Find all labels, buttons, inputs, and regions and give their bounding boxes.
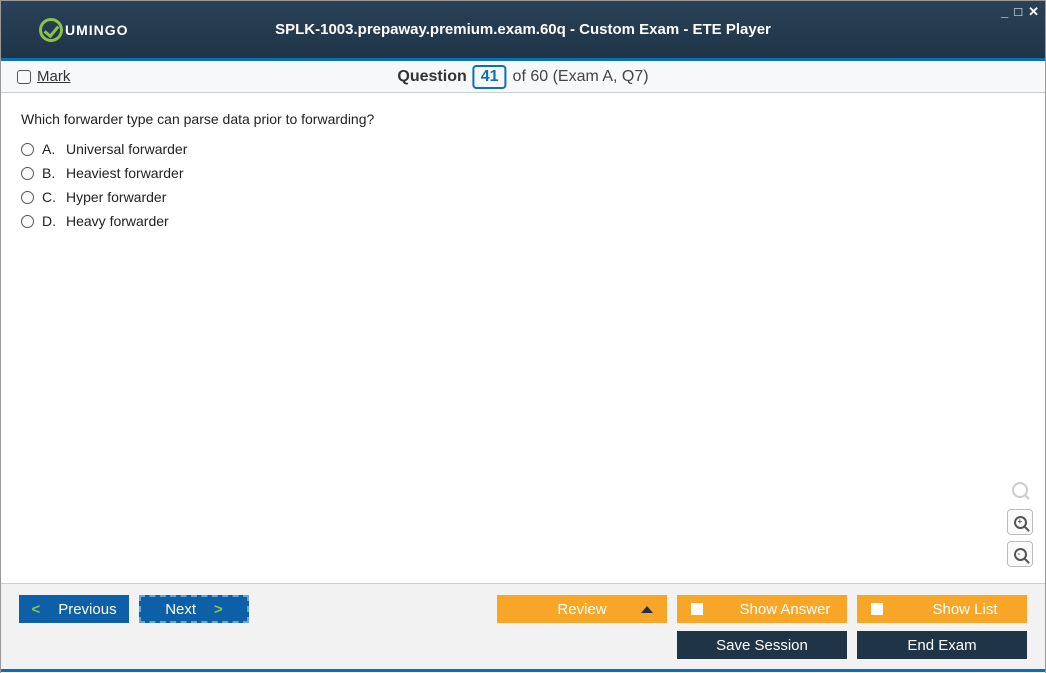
question-number: 41 [473, 65, 507, 89]
next-label: Next [165, 601, 196, 618]
mark-label: Mark [37, 68, 70, 85]
question-indicator: Question 41 of 60 (Exam A, Q7) [397, 65, 648, 89]
zoom-out-icon: - [1014, 548, 1027, 561]
radio-icon [21, 167, 34, 180]
option-letter: A. [42, 141, 58, 157]
content-area: Which forwarder type can parse data prio… [1, 93, 1045, 583]
show-answer-button[interactable]: Show Answer [677, 595, 847, 623]
option-c[interactable]: C. Hyper forwarder [21, 189, 1025, 205]
option-text: Heaviest forwarder [66, 165, 184, 181]
question-of-text: of 60 (Exam A, Q7) [513, 68, 649, 86]
footer: < Previous Next > Review Show Answer Sho… [1, 583, 1045, 673]
previous-label: Previous [58, 601, 116, 618]
footer-border [1, 669, 1045, 672]
save-session-button[interactable]: Save Session [677, 631, 847, 659]
radio-icon [21, 143, 34, 156]
show-list-label: Show List [903, 601, 1027, 618]
square-icon [871, 603, 883, 615]
close-button[interactable]: ✕ [1028, 4, 1039, 20]
minimize-button[interactable]: _ [1001, 4, 1008, 20]
options-list: A. Universal forwarder B. Heaviest forwa… [21, 141, 1025, 229]
show-list-button[interactable]: Show List [857, 595, 1027, 623]
question-word: Question [397, 68, 466, 86]
save-session-label: Save Session [716, 637, 808, 654]
search-icon [1012, 482, 1028, 498]
question-bar: Mark Question 41 of 60 (Exam A, Q7) [1, 61, 1045, 93]
question-text: Which forwarder type can parse data prio… [21, 111, 1025, 127]
radio-icon [21, 191, 34, 204]
triangle-up-icon [641, 606, 653, 613]
zoom-controls: + - [1007, 477, 1033, 567]
option-text: Universal forwarder [66, 141, 187, 157]
chevron-right-icon: > [214, 601, 223, 618]
option-text: Hyper forwarder [66, 189, 166, 205]
next-button[interactable]: Next > [139, 595, 249, 623]
square-icon [691, 603, 703, 615]
option-letter: C. [42, 189, 58, 205]
review-button[interactable]: Review [497, 595, 667, 623]
radio-icon [21, 215, 34, 228]
app-title: SPLK-1003.prepaway.premium.exam.60q - Cu… [275, 21, 771, 38]
maximize-button[interactable]: □ [1014, 4, 1022, 20]
option-letter: D. [42, 213, 58, 229]
review-label: Review [557, 601, 606, 618]
logo-check-icon [39, 18, 63, 42]
option-a[interactable]: A. Universal forwarder [21, 141, 1025, 157]
zoom-in-button[interactable]: + [1007, 509, 1033, 535]
previous-button[interactable]: < Previous [19, 595, 129, 623]
search-button[interactable] [1007, 477, 1033, 503]
mark-checkbox[interactable]: Mark [17, 68, 70, 85]
option-text: Heavy forwarder [66, 213, 169, 229]
end-exam-label: End Exam [907, 637, 976, 654]
title-bar: UMINGO SPLK-1003.prepaway.premium.exam.6… [1, 1, 1045, 61]
logo: UMINGO [39, 18, 129, 42]
checkbox-icon [17, 70, 31, 84]
window-controls: _ □ ✕ [1001, 4, 1039, 20]
option-letter: B. [42, 165, 58, 181]
option-d[interactable]: D. Heavy forwarder [21, 213, 1025, 229]
logo-text: UMINGO [65, 22, 129, 38]
zoom-out-button[interactable]: - [1007, 541, 1033, 567]
option-b[interactable]: B. Heaviest forwarder [21, 165, 1025, 181]
end-exam-button[interactable]: End Exam [857, 631, 1027, 659]
chevron-left-icon: < [31, 601, 40, 618]
show-answer-label: Show Answer [723, 601, 847, 618]
zoom-in-icon: + [1014, 516, 1027, 529]
